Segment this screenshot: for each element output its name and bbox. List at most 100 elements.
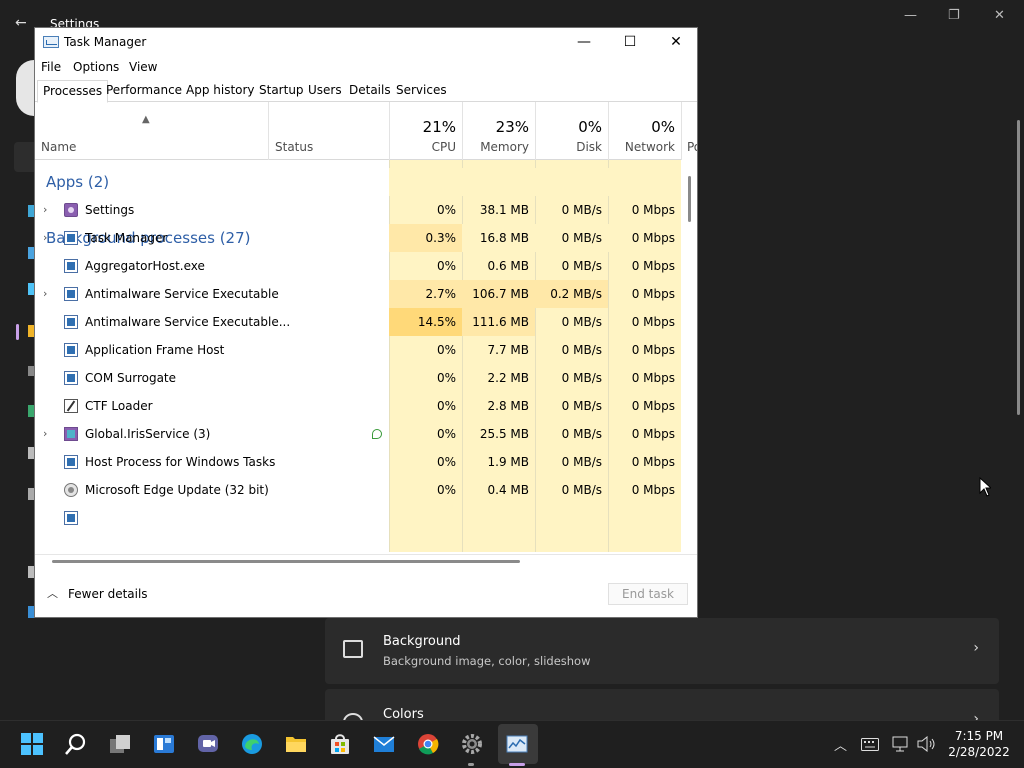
process-row[interactable]: › Task Manager 0.3% 16.8 MB 0 MB/s 0 Mbps [35,224,681,252]
search-icon[interactable] [64,732,88,756]
process-row[interactable]: AggregatorHost.exe 0% 0.6 MB 0 MB/s 0 Mbps [35,252,681,280]
title-bar[interactable]: Task Manager — ☐ ✕ [35,28,697,58]
tab-processes[interactable]: Processes [37,80,109,103]
disk-cell: 0 MB/s [561,399,602,413]
network-cell: 0 Mbps [631,259,675,273]
end-task-button[interactable]: End task [608,583,688,605]
back-arrow-icon[interactable]: ← [15,15,27,31]
network-cell: 0 Mbps [631,399,675,413]
memory-cell: 7.7 MB [487,343,529,357]
minimize-icon[interactable]: — [904,8,917,23]
cpu-total: 21% [422,118,456,136]
clock-time: 7:15 PM [954,729,1004,743]
task-view-icon[interactable] [108,732,132,756]
file-explorer-icon[interactable] [284,732,308,756]
tab-details[interactable]: Details [344,80,396,102]
group-header-apps: Apps (2) [46,173,110,191]
group-row-apps[interactable]: Apps (2) [35,168,681,196]
widgets-icon[interactable] [152,732,176,756]
cpu-cell: 14.5% [389,308,462,336]
expand-chevron-icon[interactable]: › [43,280,47,308]
menu-options[interactable]: Options [73,60,119,74]
chrome-icon[interactable] [416,732,440,756]
process-icon [64,371,78,385]
task-manager-taskbar-icon[interactable] [505,732,529,756]
tab-startup[interactable]: Startup [254,80,309,102]
process-row[interactable]: COM Surrogate 0% 2.2 MB 0 MB/s 0 Mbps [35,364,681,392]
process-name: COM Surrogate [85,371,177,385]
background-card-title: Background [383,634,461,649]
process-row[interactable]: Microsoft Edge Update (32 bit) 0% 0.4 MB 0 … [35,476,681,504]
menu-file[interactable]: File [41,60,61,74]
cpu-cell: 0% [436,371,456,385]
process-icon [64,399,78,413]
volume-icon[interactable] [917,736,937,752]
process-icon [64,231,78,245]
column-cpu-header[interactable]: 21% CPU [389,102,462,160]
process-row[interactable]: › Antimalware Service Executable 2.7% 106.7… [35,280,681,308]
tab-app-history[interactable]: App history [181,80,260,102]
background-card-subtitle: Background image, color, slideshow [383,654,591,668]
disk-cell: 0 MB/s [561,371,602,385]
expand-chevron-icon[interactable]: › [43,224,47,252]
edge-icon[interactable] [240,732,264,756]
chevron-up-icon[interactable]: ︿ [47,585,58,601]
disk-cell: 0 MB/s [561,483,602,497]
footer: ︿ Fewer details End task [35,579,697,617]
settings-gear-icon[interactable] [460,732,484,756]
disk-total: 0% [578,118,602,136]
maximize-icon[interactable]: ❐ [948,8,960,23]
process-row[interactable]: Host Process for Windows Tasks 0% 1.9 MB 0 … [35,448,681,476]
process-row[interactable]: CTF Loader 0% 2.8 MB 0 MB/s 0 Mbps [35,392,681,420]
active-indicator [509,763,525,766]
expand-chevron-icon[interactable]: › [43,420,47,448]
column-disk: Disk [576,140,602,154]
store-icon[interactable] [328,732,352,756]
tab-performance[interactable]: Performance [101,80,187,102]
cpu-cell: 0% [436,427,456,441]
tab-services[interactable]: Services [391,80,452,102]
settings-scrollbar[interactable] [1017,120,1020,415]
chat-icon[interactable] [196,732,220,756]
group-row-bg [389,168,681,196]
column-network-header[interactable]: 0% Network [608,102,681,160]
cpu-cell: 0% [436,259,456,273]
minimize-button[interactable]: — [561,28,607,58]
sort-up-icon: ▲ [142,114,150,125]
column-power-header[interactable]: Po [681,102,697,160]
process-row[interactable]: Application Frame Host 0% 7.7 MB 0 MB/s 0 Mb… [35,336,681,364]
memory-cell: 2.8 MB [487,399,529,413]
memory-cell: 38.1 MB [479,203,529,217]
maximize-button[interactable]: ☐ [607,28,653,58]
column-memory-header[interactable]: 23% Memory [462,102,535,160]
background-card[interactable]: Background Background image, color, slid… [325,618,999,684]
tab-strip: Processes Performance App history Startu… [35,80,697,103]
process-icon [64,259,78,273]
keyboard-icon[interactable] [861,738,879,751]
tab-users[interactable]: Users [303,80,347,102]
menu-view[interactable]: View [129,60,157,74]
close-button[interactable]: ✕ [653,28,697,58]
memory-cell: 0.6 MB [487,259,529,273]
process-row[interactable]: › Global.IrisService (3) 0% 25.5 MB 0 MB/s 0 … [35,420,681,448]
vertical-scrollbar[interactable] [688,176,691,222]
search-box[interactable] [14,142,34,172]
network-cell: 0 Mbps [631,287,675,301]
network-icon[interactable] [892,735,910,753]
close-icon[interactable]: ✕ [994,8,1005,23]
start-icon[interactable] [20,732,44,756]
column-disk-header[interactable]: 0% Disk [535,102,608,160]
process-row[interactable]: Antimalware Service Executable... 14.5% 11… [35,308,681,336]
process-row[interactable]: › Settings 0% 38.1 MB 0 MB/s 0 Mbps [35,196,681,224]
column-power: Po [687,140,697,154]
horizontal-scrollbar[interactable] [52,560,520,563]
expand-chevron-icon[interactable]: › [43,196,47,224]
column-status-header[interactable]: Status [268,102,389,160]
mail-icon[interactable] [372,732,396,756]
chevron-up-tray-icon[interactable]: ︿ [834,735,847,754]
process-row[interactable] [35,504,681,532]
process-name: AggregatorHost.exe [85,259,205,273]
clock[interactable]: 7:15 PM 2/28/2022 [944,728,1014,760]
column-name[interactable]: Name [41,140,76,154]
fewer-details-link[interactable]: Fewer details [68,587,148,601]
